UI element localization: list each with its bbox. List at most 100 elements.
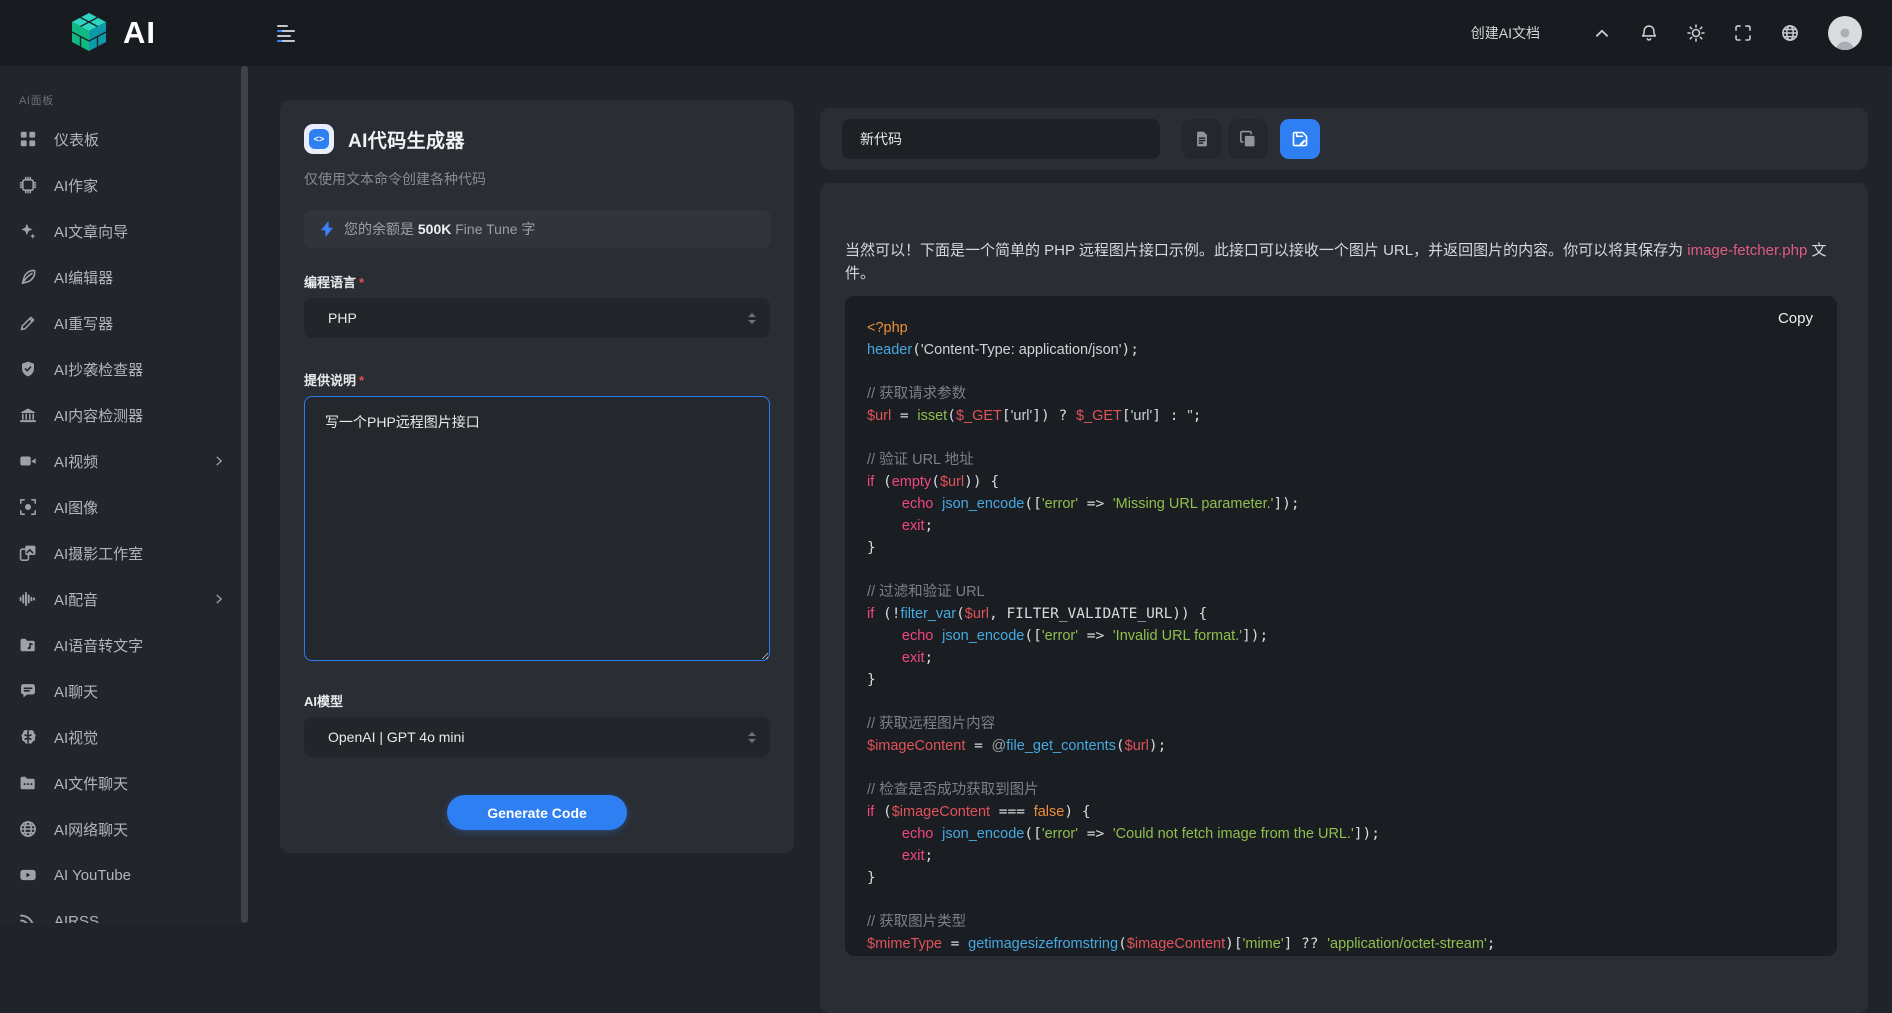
code-line	[867, 559, 1815, 581]
sidebar-item-label: AI内容检测器	[54, 405, 143, 426]
folder-dots-icon	[19, 774, 37, 792]
code-line: // 获取远程图片内容	[867, 713, 1815, 735]
sidebar-item-6[interactable]: AI内容检测器	[0, 392, 241, 438]
bell-icon[interactable]	[1640, 24, 1658, 42]
description-label: 提供说明*	[304, 370, 770, 389]
create-doc-button[interactable]: 创建AI文档	[1471, 23, 1540, 43]
duplicate-document-button[interactable]	[1228, 119, 1268, 159]
generate-code-button[interactable]: Generate Code	[447, 795, 627, 830]
code-line: // 检查是否成功获取到图片	[867, 779, 1815, 801]
sidebar-item-label: AI YouTube	[54, 867, 131, 884]
menu-fold-icon[interactable]	[277, 22, 297, 44]
sidebar-item-5[interactable]: AI抄袭检查器	[0, 346, 241, 392]
required-marker: *	[359, 275, 364, 290]
sidebar-item-16[interactable]: AI YouTube	[0, 852, 241, 898]
header-actions: 创建AI文档	[1471, 0, 1862, 66]
document-title-input[interactable]	[842, 119, 1160, 159]
sidebar-item-label: AI抄袭检查器	[54, 359, 143, 380]
sidebar-item-2[interactable]: AI文章向导	[0, 208, 241, 254]
language-select-value: PHP	[328, 310, 357, 326]
code-line: if ($imageContent === false) {	[867, 801, 1815, 823]
sidebar-item-9[interactable]: AI摄影工作室	[0, 530, 241, 576]
sidebar-item-label: AIRSS	[54, 913, 99, 924]
generator-panel: <> AI代码生成器 仅使用文本命令创建各种代码 您的余额是 500K Fine…	[280, 100, 794, 853]
sidebar-item-label: 仪表板	[54, 129, 99, 150]
sidebar-nav: 仪表板 AI作家 AI文章向导 AI编辑器 AI重写器 AI抄袭检查器 AI内容检测器 AI视…	[0, 116, 241, 923]
brightness-icon[interactable]	[1687, 24, 1705, 42]
chevron-up-icon[interactable]	[1593, 24, 1611, 42]
language-label: 编程语言*	[304, 272, 770, 291]
model-label: AI模型	[304, 691, 770, 710]
select-arrows-icon	[748, 313, 756, 324]
pencil-icon	[19, 314, 37, 332]
save-document-button[interactable]	[1280, 119, 1320, 159]
sidebar-item-1[interactable]: AI作家	[0, 162, 241, 208]
shield-check-icon	[19, 360, 37, 378]
sidebar-item-label: AI作家	[54, 175, 98, 196]
workspace-toolbar	[820, 108, 1868, 170]
copy-icon	[1239, 130, 1257, 148]
workspace-output: 当然可以！下面是一个简单的 PHP 远程图片接口示例。此接口可以接收一个图片 U…	[820, 183, 1868, 1013]
sidebar-item-11[interactable]: AI语音转文字	[0, 622, 241, 668]
video-camera-icon	[19, 452, 37, 470]
sidebar-scrollbar[interactable]	[241, 66, 248, 923]
code-line	[867, 361, 1815, 383]
sidebar-item-4[interactable]: AI重写器	[0, 300, 241, 346]
sidebar-item-12[interactable]: AI聊天	[0, 668, 241, 714]
chevron-right-icon	[213, 593, 225, 605]
bank-icon	[19, 406, 37, 424]
fullscreen-icon[interactable]	[1734, 24, 1752, 42]
sidebar-item-13[interactable]: AI视觉	[0, 714, 241, 760]
sparkles-icon	[19, 222, 37, 240]
camera-viewfinder-icon	[19, 498, 37, 516]
chat-bubble-icon	[19, 682, 37, 700]
globe-icon[interactable]	[1781, 24, 1799, 42]
avatar[interactable]	[1828, 16, 1862, 50]
generator-subtitle: 仅使用文本命令创建各种代码	[304, 169, 770, 189]
sidebar-item-3[interactable]: AI编辑器	[0, 254, 241, 300]
sidebar-item-label: AI聊天	[54, 681, 98, 702]
code-line: echo json_encode(['error' => 'Could not …	[867, 823, 1815, 845]
code-line	[867, 691, 1815, 713]
select-arrows-icon	[748, 732, 756, 743]
code-line: // 获取请求参数	[867, 383, 1815, 405]
chevron-right-icon	[213, 455, 225, 467]
brain-icon	[19, 728, 37, 746]
sidebar-item-label: AI编辑器	[54, 267, 113, 288]
code-line: if (!filter_var($url, FILTER_VALIDATE_UR…	[867, 603, 1815, 625]
model-select[interactable]: OpenAI | GPT 4o mini	[304, 717, 770, 757]
code-line	[867, 427, 1815, 449]
sidebar-item-0[interactable]: 仪表板	[0, 116, 241, 162]
sidebar-item-10[interactable]: AI配音	[0, 576, 241, 622]
inline-file-name: image-fetcher.php	[1687, 242, 1807, 259]
save-edit-icon	[1291, 130, 1309, 148]
code-line: header('Content-Type: application/json')…	[867, 339, 1815, 361]
balance-amount: 500K	[418, 221, 451, 237]
copy-code-button[interactable]: Copy	[1778, 310, 1813, 327]
sidebar-item-17[interactable]: AIRSS	[0, 898, 241, 923]
code-block[interactable]: Copy <?phpheader('Content-Type: applicat…	[845, 296, 1837, 956]
sidebar-item-8[interactable]: AI图像	[0, 484, 241, 530]
code-line: <?php	[867, 317, 1815, 339]
code-line: exit;	[867, 845, 1815, 867]
description-textarea[interactable]: 写一个PHP远程图片接口	[304, 396, 770, 661]
sidebar-item-14[interactable]: AI文件聊天	[0, 760, 241, 806]
code-line: echo json_encode(['error' => 'Missing UR…	[867, 493, 1815, 515]
sidebar: AI面板 仪表板AI作家AI文章向导AI编辑器AI重写器AI抄袭检查器AI内容检…	[0, 66, 241, 923]
sidebar-item-label: AI图像	[54, 497, 98, 518]
logo-text: AI	[123, 11, 156, 55]
language-select[interactable]: PHP	[304, 298, 770, 338]
sidebar-item-15[interactable]: AI网络聊天	[0, 806, 241, 852]
sidebar-item-label: AI重写器	[54, 313, 113, 334]
person-icon	[1832, 24, 1858, 50]
rss-icon	[19, 912, 37, 923]
app-logo[interactable]: AI	[68, 11, 156, 55]
generator-title: AI代码生成器	[348, 126, 465, 153]
code-line: // 过滤和验证 URL	[867, 581, 1815, 603]
sidebar-item-7[interactable]: AI视频	[0, 438, 241, 484]
file-document-icon	[1193, 130, 1211, 148]
new-document-button[interactable]	[1182, 119, 1222, 159]
feather-icon	[19, 268, 37, 286]
lightning-icon	[320, 221, 334, 237]
code-line	[867, 889, 1815, 911]
